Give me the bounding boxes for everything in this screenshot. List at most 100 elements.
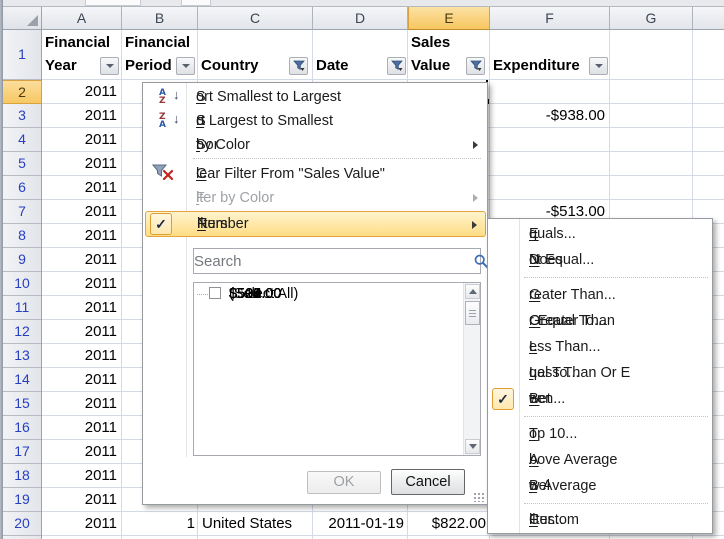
submenu-arrow-icon (473, 194, 478, 202)
cancel-button[interactable]: Cancel (391, 469, 465, 495)
column-header-d[interactable]: D (313, 7, 408, 30)
cell-financial-year[interactable]: 2011 (42, 440, 117, 464)
cell-sales-value[interactable]: $822.00 (408, 512, 486, 536)
submenu-item-greater-than[interactable]: Greater Than... (489, 282, 711, 308)
funnel-icon (470, 60, 482, 72)
menu-separator (193, 158, 481, 159)
menu-separator (524, 277, 708, 278)
column-header-f[interactable]: F (490, 7, 610, 30)
cell-financial-year[interactable]: 2011 (42, 320, 117, 344)
cell-financial-year[interactable]: 2011 (42, 80, 117, 104)
row-header[interactable]: 12 (3, 320, 41, 344)
cell-date[interactable]: 2011-01-19 (313, 512, 404, 536)
row-header[interactable]: 18 (3, 464, 41, 488)
submenu-item-below-average[interactable]: Below Average (489, 473, 711, 499)
submenu-item-less-than-or-equal[interactable]: Less Than Or Equal To... (489, 360, 711, 386)
row-header[interactable]: 9 (3, 248, 41, 272)
row-header[interactable]: 4 (3, 128, 41, 152)
search-input[interactable] (194, 249, 480, 273)
row-header[interactable]: 14 (3, 368, 41, 392)
filter-dropdown-button-financial-year[interactable] (100, 57, 119, 75)
row-header-1[interactable]: 1 (3, 30, 41, 80)
list-scrollbar[interactable] (463, 283, 480, 455)
row-header[interactable]: 17 (3, 440, 41, 464)
row-header[interactable]: 6 (3, 176, 41, 200)
filter-search-box (193, 248, 481, 274)
submenu-item-equals[interactable]: Equals... (489, 221, 711, 247)
filter-dropdown-button-expenditure[interactable] (589, 57, 608, 75)
cell-financial-year[interactable]: 2011 (42, 512, 117, 536)
header-expenditure: Expenditure (493, 56, 580, 76)
clear-filter-icon (152, 164, 188, 184)
column-header-a[interactable]: A (42, 7, 122, 30)
cell-country[interactable]: United States (202, 512, 292, 536)
submenu-item-above-average[interactable]: Above Average (489, 447, 711, 473)
menu-item-clear-filter[interactable]: Clear Filter From "Sales Value" (144, 162, 486, 186)
row-header[interactable]: 19 (3, 488, 41, 512)
row-header[interactable]: 16 (3, 416, 41, 440)
number-filters-submenu: Equals... Does Not Equal... Greater Than… (487, 218, 713, 534)
cell-financial-year[interactable]: 2011 (42, 176, 117, 200)
filter-funnel-button-date[interactable] (387, 57, 406, 75)
row-header[interactable]: 11 (3, 296, 41, 320)
cell-financial-year[interactable]: 2011 (42, 416, 117, 440)
cell-financial-year[interactable]: 2011 (42, 488, 117, 512)
cell-expenditure[interactable] (490, 80, 605, 104)
header-sales-value-line2: Value (411, 56, 450, 76)
menu-item-sort-by-color[interactable]: Sort by Color (144, 133, 486, 157)
filter-funnel-button-country[interactable] (289, 57, 308, 75)
cell-financial-year[interactable]: 2011 (42, 128, 117, 152)
resize-grip[interactable] (473, 492, 485, 502)
row-header[interactable]: 7 (3, 200, 41, 224)
cell-financial-period[interactable]: 1 (122, 512, 195, 536)
column-header-c[interactable]: C (198, 7, 313, 30)
submenu-item-greater-than-or-equal[interactable]: Greater Than Or Equal To... (489, 308, 711, 334)
scrollbar-thumb[interactable] (465, 301, 480, 325)
column-header-b[interactable]: B (122, 7, 198, 30)
menu-item-number-filters[interactable]: Number Filters (145, 211, 486, 237)
cell-expenditure[interactable]: -$938.00 (490, 104, 605, 128)
checkmark-icon (150, 213, 172, 235)
cell-expenditure[interactable] (490, 152, 605, 176)
submenu-item-top-10[interactable]: Top 10... (489, 421, 711, 447)
cell-financial-year[interactable]: 2011 (42, 152, 117, 176)
submenu-item-between[interactable]: Between... (489, 386, 711, 412)
row-header[interactable]: 2 (3, 80, 41, 104)
cell-expenditure[interactable] (490, 176, 605, 200)
cell-financial-year[interactable]: 2011 (42, 464, 117, 488)
column-header-e-selected[interactable]: E (408, 7, 490, 30)
cell-financial-year[interactable]: 2011 (42, 392, 117, 416)
scroll-down-button[interactable] (465, 439, 480, 454)
header-financial-period-line2: Period (125, 56, 172, 76)
submenu-item-less-than[interactable]: Less Than... (489, 334, 711, 360)
row-header[interactable]: 5 (3, 152, 41, 176)
checkbox-unchecked-icon[interactable] (209, 287, 221, 299)
cell-financial-year[interactable]: 2011 (42, 344, 117, 368)
cell-financial-year[interactable]: 2011 (42, 224, 117, 248)
filter-dropdown-button-financial-period[interactable] (176, 57, 195, 75)
row-header[interactable]: 13 (3, 344, 41, 368)
cell-financial-year[interactable]: 2011 (42, 200, 117, 224)
cell-financial-year[interactable]: 2011 (42, 368, 117, 392)
row-header[interactable]: 15 (3, 392, 41, 416)
row-header[interactable]: 10 (3, 272, 41, 296)
cell-financial-year[interactable]: 2011 (42, 248, 117, 272)
menu-item-sort-smallest-to-largest[interactable]: AZ↓ Sort Smallest to Largest (144, 85, 486, 109)
row-header[interactable]: 8 (3, 224, 41, 248)
cell-financial-year[interactable]: 2011 (42, 296, 117, 320)
row-header[interactable]: 20 (3, 512, 41, 536)
submenu-item-custom-filter[interactable]: Custom Filter... (489, 507, 711, 533)
funnel-icon (391, 60, 403, 72)
row-header[interactable]: 3 (3, 104, 41, 128)
ok-button: OK (307, 471, 381, 494)
column-header-partial[interactable] (693, 7, 724, 30)
select-all-corner[interactable] (3, 7, 42, 30)
cell-financial-year[interactable]: 2011 (42, 104, 117, 128)
menu-item-sort-largest-to-smallest[interactable]: ZA↓ Sort Largest to Smallest (144, 109, 486, 133)
scroll-up-button[interactable] (465, 284, 480, 299)
filter-funnel-button-sales-value[interactable] (466, 57, 485, 75)
cell-expenditure[interactable] (490, 128, 605, 152)
cell-financial-year[interactable]: 2011 (42, 272, 117, 296)
submenu-item-does-not-equal[interactable]: Does Not Equal... (489, 247, 711, 273)
column-header-g[interactable]: G (610, 7, 693, 30)
